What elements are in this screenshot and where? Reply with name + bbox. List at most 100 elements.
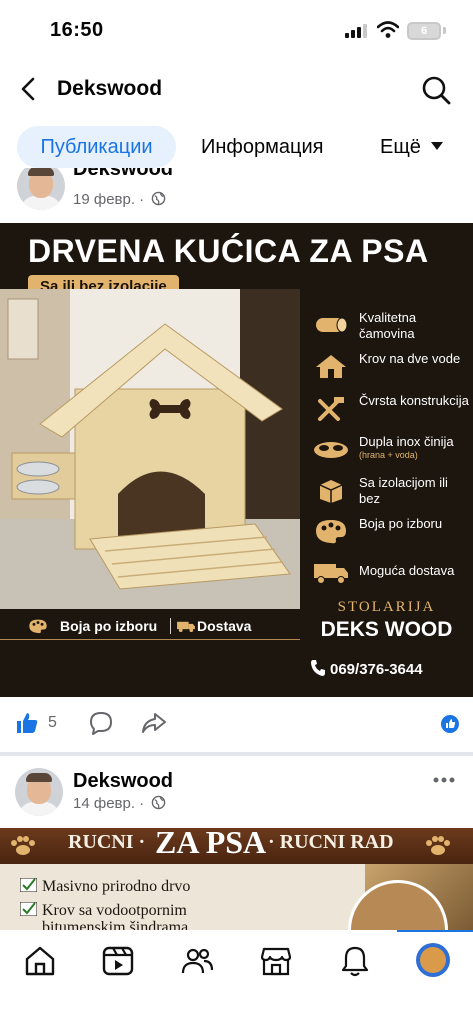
log-icon — [316, 317, 348, 333]
feature-text: Krov na dve vode — [359, 351, 471, 367]
search-icon[interactable] — [421, 75, 451, 105]
globe-icon — [152, 191, 166, 206]
status-time: 16:50 — [50, 19, 104, 41]
brand-phone: 069/376-3644 — [330, 661, 423, 678]
video-icon[interactable] — [101, 944, 135, 978]
feature-text: Kvalitetna čamovina — [359, 310, 471, 342]
feature-sublabel: (hrana + voda) — [359, 450, 418, 460]
bottom-nav — [0, 930, 473, 1024]
feature-label: Moguća dostava — [359, 563, 455, 578]
feature-item-continued: bitumenskim šindrama — [42, 919, 189, 930]
palette-icon — [29, 619, 47, 634]
check-icon — [20, 878, 37, 892]
ad-title: DRVENA KUĆICA ZA PSA — [28, 233, 429, 269]
post-image[interactable]: RUCNI · ZA PSA · RUCNI RAD Masivno priro… — [0, 828, 473, 930]
check-icon — [20, 902, 37, 916]
friends-icon[interactable] — [180, 944, 214, 978]
feature-item: Masivno prirodno drvo — [20, 878, 190, 896]
ad-bottom-color: Boja po izboru — [60, 618, 158, 634]
avatar-shirt — [21, 196, 61, 210]
feature-label: Boja po izboru — [359, 516, 443, 531]
post-header: Dekswood 19 февр. · — [0, 168, 473, 220]
feature-text: Boja po izboru — [359, 516, 471, 532]
battery-level: 6 — [420, 25, 428, 37]
feature-text: Dupla inox činija (hrana + voda) — [359, 434, 471, 461]
post-image-banner: RUCNI · ZA PSA · RUCNI RAD — [0, 828, 473, 864]
page-title: Dekswood — [57, 77, 163, 100]
battery-cap — [443, 27, 446, 34]
more-options-icon[interactable] — [433, 777, 455, 783]
divider — [170, 618, 171, 634]
post-separator — [0, 752, 473, 756]
feature-label: Dupla inox činija — [359, 434, 454, 449]
post-author-name[interactable]: Dekswood — [73, 770, 173, 793]
post-image[interactable]: DRVENA KUĆICA ZA PSA Sa ili bez izolacij… — [0, 223, 473, 697]
banner-text-left: RUCNI · — [68, 831, 146, 853]
nav-active-indicator — [397, 930, 473, 932]
tab-more[interactable]: Ещё — [380, 126, 421, 168]
palette-icon — [316, 520, 346, 544]
feature-item: Krov sa vodootpornim — [20, 902, 187, 920]
tab-info[interactable]: Информация — [201, 126, 323, 168]
banner-text-right: · RUCNI RAD — [268, 831, 394, 853]
share-icon[interactable] — [141, 711, 167, 735]
feature-label: Kvalitetna čamovina — [359, 310, 417, 341]
package-icon — [319, 480, 343, 503]
status-bar: 16:50 6 — [0, 0, 473, 62]
tools-icon — [318, 397, 344, 421]
post-date: 19 февр. · — [73, 191, 166, 208]
marketplace-icon[interactable] — [259, 944, 293, 978]
profile-avatar-icon[interactable] — [416, 943, 450, 977]
brand-box: STOLARIJA DEKS WOOD 069/376-3644 — [300, 591, 473, 697]
post-date-text: 19 февр. · — [73, 191, 145, 208]
post-date-text: 14 февр. · — [73, 795, 145, 812]
like-reaction-icon[interactable] — [441, 715, 459, 733]
feature-label: Sa izolacijom ili bez — [359, 475, 448, 506]
feature-text: Čvrsta konstrukcija — [359, 393, 471, 409]
avatar[interactable] — [15, 768, 63, 816]
avatar-hair — [26, 773, 52, 782]
divider — [0, 639, 300, 640]
truck-icon — [177, 621, 195, 633]
feature-label: Krov sa vodootpornim — [42, 902, 187, 919]
like-count[interactable]: 5 — [48, 714, 57, 732]
paw-icon — [11, 836, 35, 855]
page-header: Dekswood — [0, 62, 473, 116]
bell-icon[interactable] — [338, 944, 372, 978]
post-date: 14 февр. · — [73, 795, 166, 812]
avatar-hair — [28, 168, 54, 176]
dog-house-photo — [0, 289, 300, 609]
avatar[interactable] — [17, 168, 65, 210]
post-author-name[interactable]: Dekswood — [73, 168, 173, 181]
bowl-icon — [314, 442, 348, 458]
avatar-shirt — [19, 802, 59, 816]
post-header: Dekswood 14 февр. · — [0, 760, 473, 824]
ad-bottom-bar: Boja po izboru Dostava — [0, 611, 300, 641]
feature-label: Čvrsta konstrukcija — [359, 393, 469, 408]
paw-icon — [426, 836, 450, 855]
like-icon[interactable] — [15, 711, 39, 735]
home-icon[interactable] — [23, 944, 57, 978]
phone-icon — [311, 660, 325, 676]
feature-label: Krov na dve vode — [359, 351, 461, 366]
ad-bottom-delivery: Dostava — [197, 618, 252, 634]
cellular-signal-icon — [345, 24, 367, 38]
feature-label: Masivno prirodno drvo — [42, 878, 191, 895]
battery-icon: 6 — [407, 22, 441, 40]
back-arrow-icon[interactable] — [17, 76, 41, 102]
banner-text-center: ZA PSA — [155, 828, 267, 860]
feature-text: Moguća dostava — [359, 563, 471, 579]
tab-posts[interactable]: Публикации — [17, 126, 176, 168]
feature-text: Sa izolacijom ili bez — [359, 475, 471, 507]
brand-tagline: STOLARIJA — [337, 599, 436, 615]
comment-icon[interactable] — [89, 711, 113, 735]
house-icon — [316, 355, 346, 378]
wifi-icon — [377, 21, 399, 38]
profile-tabs: Публикации Информация Ещё — [0, 124, 473, 172]
globe-icon — [152, 795, 166, 810]
chevron-down-icon[interactable] — [431, 142, 443, 150]
post-actions: 5 — [0, 697, 473, 752]
brand-name: DEKS WOOD — [320, 618, 453, 641]
truck-icon — [314, 564, 348, 584]
avatar-image — [420, 947, 446, 973]
